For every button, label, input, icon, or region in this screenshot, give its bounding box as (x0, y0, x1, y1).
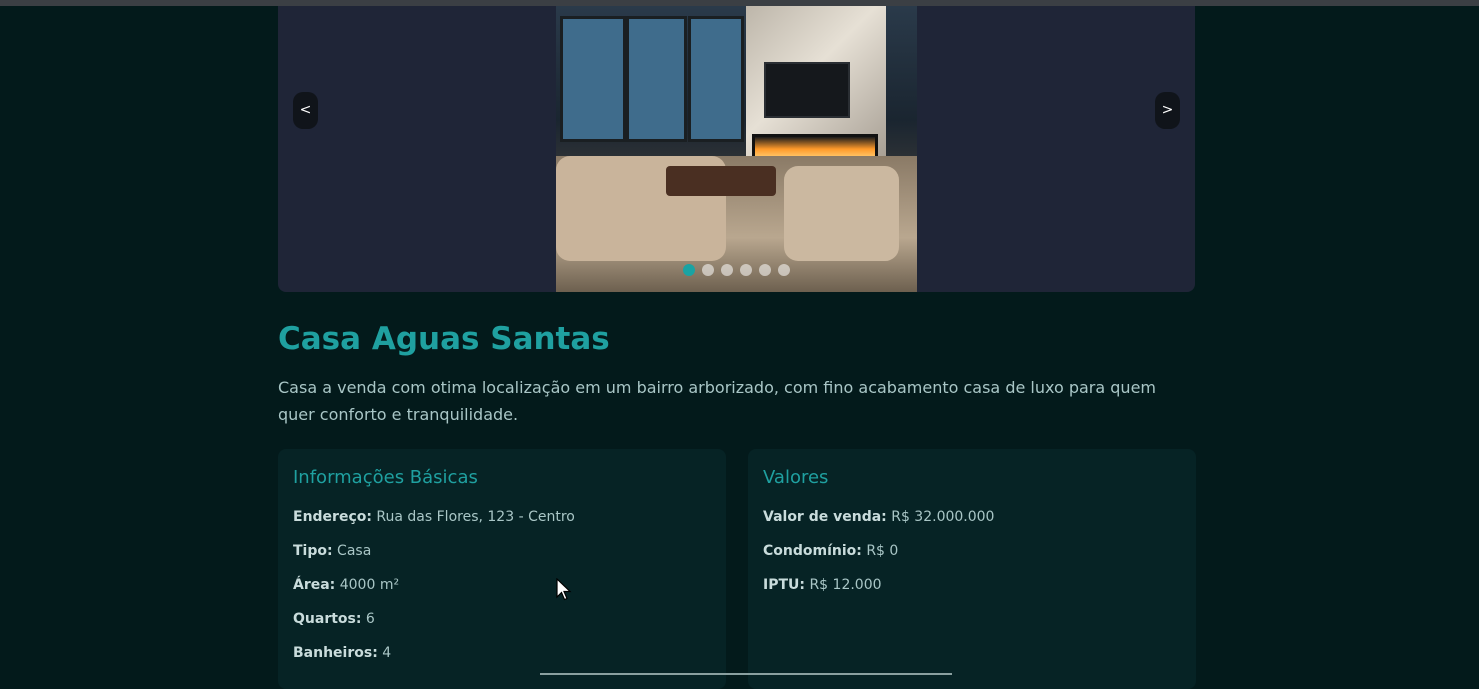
info-row-address: Endereço: Rua das Flores, 123 - Centro (293, 509, 575, 525)
value-row-iptu: IPTU: R$ 12.000 (763, 577, 882, 593)
value-amount: R$ 32.000.000 (891, 509, 995, 525)
window-pane (688, 16, 744, 142)
info-label: Quartos: (293, 611, 362, 627)
info-label: Banheiros: (293, 645, 378, 661)
window-pane (560, 16, 626, 142)
property-photo (556, 6, 917, 292)
carousel-next-button[interactable]: > (1155, 92, 1180, 129)
info-row-area: Área: 4000 m² (293, 577, 399, 593)
value-label: IPTU: (763, 577, 805, 593)
values-heading: Valores (763, 467, 829, 488)
info-label: Endereço: (293, 509, 372, 525)
carousel-dot[interactable] (702, 264, 714, 276)
info-row-bathrooms: Banheiros: 4 (293, 645, 391, 661)
carousel-dot[interactable] (683, 264, 695, 276)
sofa (784, 166, 899, 261)
info-value: 4000 m² (339, 577, 400, 593)
value-amount: R$ 0 (866, 543, 899, 559)
info-label: Tipo: (293, 543, 333, 559)
carousel-prev-button[interactable]: < (293, 92, 318, 129)
image-carousel: < > (278, 6, 1195, 292)
value-label: Condomínio: (763, 543, 862, 559)
info-value: Rua das Flores, 123 - Centro (376, 509, 575, 525)
basic-info-heading: Informações Básicas (293, 467, 478, 488)
values-card: Valores Valor de venda: R$ 32.000.000 Co… (748, 449, 1196, 689)
carousel-dot[interactable] (759, 264, 771, 276)
info-value: 4 (382, 645, 392, 661)
property-title: Casa Aguas Santas (278, 321, 610, 357)
carousel-indicators (683, 264, 790, 278)
carousel-dot[interactable] (740, 264, 752, 276)
carousel-dot[interactable] (778, 264, 790, 276)
info-label: Área: (293, 577, 336, 593)
value-label: Valor de venda: (763, 509, 887, 525)
coffee-table (666, 166, 776, 196)
info-row-bedrooms: Quartos: 6 (293, 611, 375, 627)
tv-screen (764, 62, 850, 118)
value-row-condo-fee: Condomínio: R$ 0 (763, 543, 898, 559)
basic-info-card: Informações Básicas Endereço: Rua das Fl… (278, 449, 726, 689)
window-pane (626, 16, 687, 142)
property-description: Casa a venda com otima localização em um… (278, 378, 1156, 424)
carousel-dot[interactable] (721, 264, 733, 276)
info-value: 6 (365, 611, 375, 627)
value-row-sale-price: Valor de venda: R$ 32.000.000 (763, 509, 994, 525)
value-amount: R$ 12.000 (809, 577, 882, 593)
info-value: Casa (337, 543, 372, 559)
info-row-type: Tipo: Casa (293, 543, 371, 559)
